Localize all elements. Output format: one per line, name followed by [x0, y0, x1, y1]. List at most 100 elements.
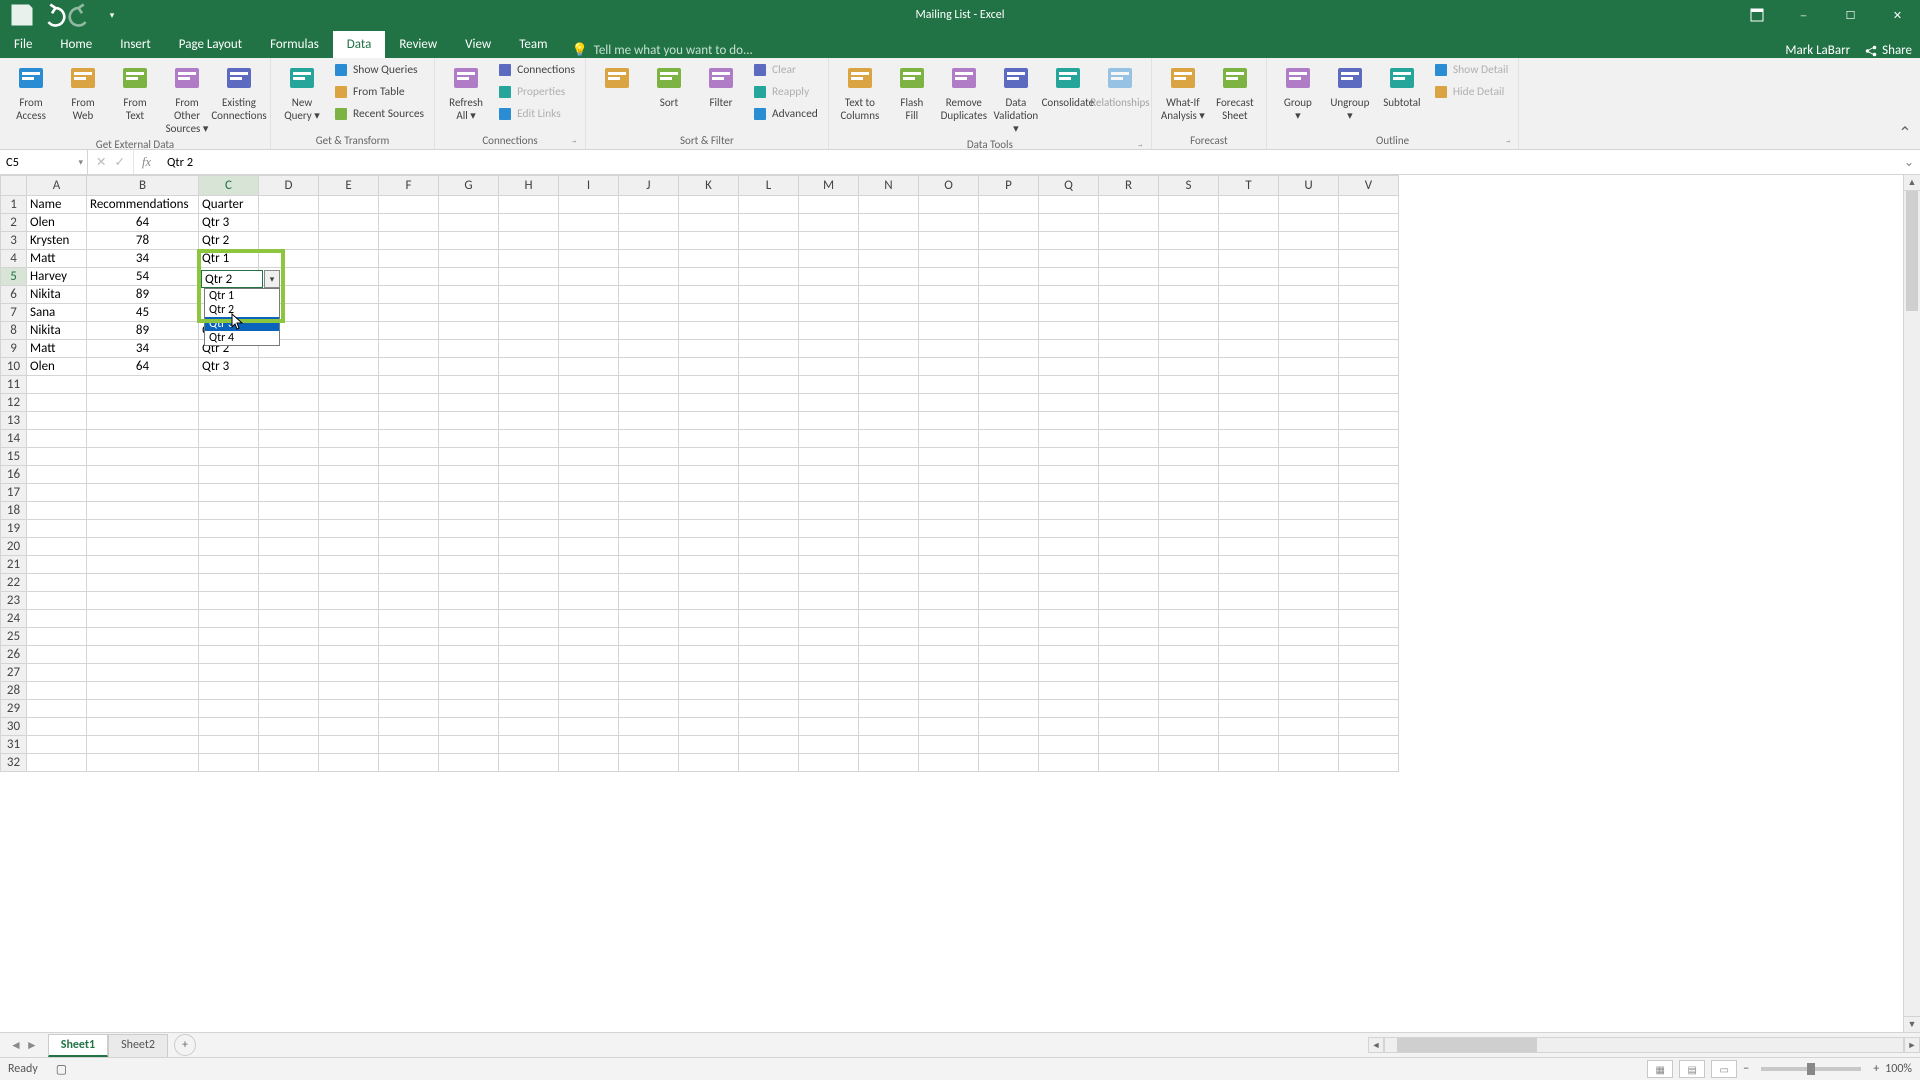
- cell[interactable]: [259, 376, 319, 394]
- advanced-button[interactable]: Advanced: [748, 104, 822, 124]
- cell[interactable]: [1339, 628, 1399, 646]
- cell[interactable]: [319, 592, 379, 610]
- column-header[interactable]: P: [979, 176, 1039, 196]
- cell[interactable]: [439, 682, 499, 700]
- cell[interactable]: [859, 538, 919, 556]
- cell[interactable]: [27, 646, 87, 664]
- cell[interactable]: [1219, 250, 1279, 268]
- cell[interactable]: [739, 448, 799, 466]
- cell[interactable]: [319, 646, 379, 664]
- cell[interactable]: [199, 520, 259, 538]
- cell[interactable]: [1039, 718, 1099, 736]
- cell[interactable]: [619, 682, 679, 700]
- cell[interactable]: [1099, 466, 1159, 484]
- cell[interactable]: [259, 484, 319, 502]
- cell[interactable]: [87, 538, 199, 556]
- row-header[interactable]: 15: [1, 448, 27, 466]
- cell[interactable]: [1219, 682, 1279, 700]
- cell[interactable]: [259, 718, 319, 736]
- cell[interactable]: [859, 394, 919, 412]
- cell[interactable]: [1339, 592, 1399, 610]
- cell[interactable]: [319, 412, 379, 430]
- cell[interactable]: [679, 556, 739, 574]
- cell[interactable]: [619, 700, 679, 718]
- cell[interactable]: [1219, 502, 1279, 520]
- cell[interactable]: [559, 700, 619, 718]
- cell[interactable]: [1279, 340, 1339, 358]
- remove-duplicates-button[interactable]: RemoveDuplicates: [939, 60, 989, 122]
- cell[interactable]: [1099, 484, 1159, 502]
- row-header[interactable]: 13: [1, 412, 27, 430]
- cell[interactable]: [1099, 358, 1159, 376]
- row-header[interactable]: 32: [1, 754, 27, 772]
- cell[interactable]: [679, 736, 739, 754]
- cell[interactable]: [319, 628, 379, 646]
- cell[interactable]: [919, 574, 979, 592]
- cell[interactable]: [199, 736, 259, 754]
- cell[interactable]: [319, 556, 379, 574]
- cell[interactable]: [259, 682, 319, 700]
- cell[interactable]: [679, 268, 739, 286]
- cell[interactable]: [499, 736, 559, 754]
- cell[interactable]: [1219, 520, 1279, 538]
- cell[interactable]: [379, 286, 439, 304]
- cell[interactable]: [1219, 376, 1279, 394]
- cell[interactable]: [319, 286, 379, 304]
- cell[interactable]: [1339, 610, 1399, 628]
- tab-file[interactable]: File: [0, 31, 46, 58]
- cell[interactable]: [1219, 394, 1279, 412]
- cell[interactable]: [679, 196, 739, 214]
- cell[interactable]: [919, 664, 979, 682]
- cell[interactable]: [679, 682, 739, 700]
- cell[interactable]: [859, 232, 919, 250]
- cell[interactable]: [1159, 682, 1219, 700]
- cell[interactable]: [799, 268, 859, 286]
- cell[interactable]: [379, 196, 439, 214]
- hide-detail-button[interactable]: Hide Detail: [1429, 82, 1512, 102]
- cell[interactable]: [559, 556, 619, 574]
- cell[interactable]: [379, 700, 439, 718]
- cell[interactable]: [919, 628, 979, 646]
- cell[interactable]: [1219, 304, 1279, 322]
- cell[interactable]: [499, 718, 559, 736]
- cell[interactable]: [379, 430, 439, 448]
- cell[interactable]: [199, 592, 259, 610]
- cell[interactable]: [27, 682, 87, 700]
- cell[interactable]: [259, 574, 319, 592]
- cell[interactable]: [559, 520, 619, 538]
- cell[interactable]: [919, 394, 979, 412]
- row-header[interactable]: 20: [1, 538, 27, 556]
- cell[interactable]: [499, 286, 559, 304]
- cell[interactable]: [319, 268, 379, 286]
- cell[interactable]: [1339, 646, 1399, 664]
- filter-button[interactable]: Filter: [696, 60, 746, 109]
- cell[interactable]: [1159, 502, 1219, 520]
- cell[interactable]: [1279, 466, 1339, 484]
- cell[interactable]: [799, 358, 859, 376]
- cell[interactable]: [1099, 700, 1159, 718]
- cell[interactable]: [679, 574, 739, 592]
- cell[interactable]: [27, 592, 87, 610]
- cell[interactable]: [799, 592, 859, 610]
- cell[interactable]: [319, 214, 379, 232]
- cell[interactable]: [439, 574, 499, 592]
- cell[interactable]: [1219, 646, 1279, 664]
- cell[interactable]: [499, 430, 559, 448]
- cell[interactable]: [619, 538, 679, 556]
- cell[interactable]: [259, 196, 319, 214]
- cell[interactable]: [499, 574, 559, 592]
- cell[interactable]: [439, 592, 499, 610]
- cell[interactable]: [799, 322, 859, 340]
- cell[interactable]: [739, 556, 799, 574]
- maximize-icon[interactable]: ☐: [1828, 0, 1873, 30]
- cell[interactable]: [979, 250, 1039, 268]
- cell[interactable]: [739, 628, 799, 646]
- cell[interactable]: [439, 214, 499, 232]
- cell[interactable]: [379, 484, 439, 502]
- cell[interactable]: [1279, 376, 1339, 394]
- formula-input[interactable]: Qtr 2: [159, 155, 1898, 170]
- cell[interactable]: [679, 286, 739, 304]
- sheet-tab-sheet1[interactable]: Sheet1: [48, 1034, 108, 1057]
- cell[interactable]: [379, 736, 439, 754]
- cell[interactable]: [799, 394, 859, 412]
